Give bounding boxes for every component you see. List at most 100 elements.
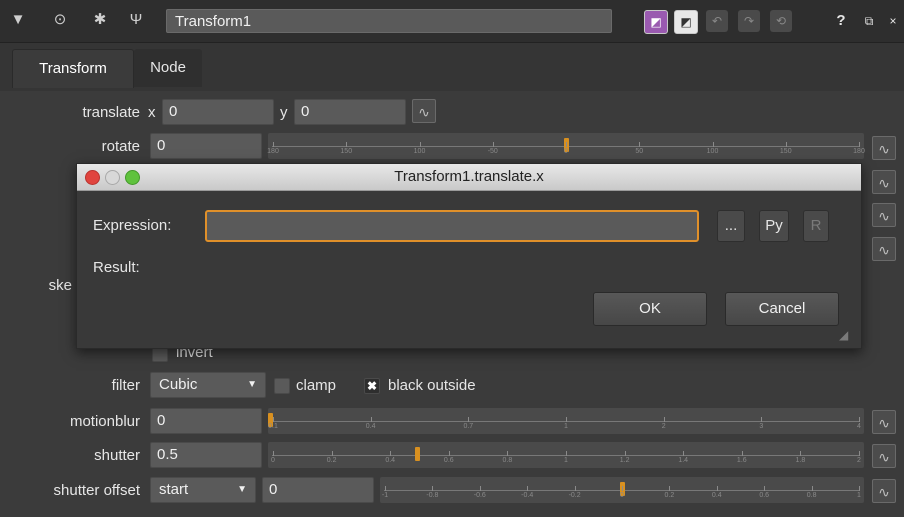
slider-tick-label: 100 <box>413 148 426 155</box>
slider-tick-label: 1.6 <box>736 457 747 464</box>
translate-label: translate <box>82 104 140 121</box>
shutter-offset-field[interactable]: 0 <box>262 477 374 503</box>
expression-input[interactable] <box>205 210 699 242</box>
slider-tick <box>859 142 860 147</box>
filter-label: filter <box>111 377 140 394</box>
slider-tick <box>492 142 494 147</box>
bug-icon[interactable]: ✱ <box>90 10 110 30</box>
slider-tick-label: -0.6 <box>473 492 486 499</box>
slider-tick <box>859 417 860 422</box>
slider-tick-label: 150 <box>779 148 792 155</box>
slider-tick <box>663 417 665 422</box>
shutter-animation-curve-icon[interactable]: ∿ <box>872 444 896 468</box>
slider-tick <box>800 451 802 456</box>
black-outside-checkbox[interactable]: ✖ <box>364 378 380 394</box>
slider-tick <box>622 486 623 491</box>
translate-x-label: x <box>148 104 156 121</box>
slider-tick-label: 0.2 <box>664 492 675 499</box>
shutter-offset-slider[interactable]: -1 -0.8 -0.6 -0.4 -0.2 0 0.2 0.4 0.6 0.8 1 <box>380 477 864 503</box>
purple-swatch-icon[interactable]: ◩ <box>644 10 668 34</box>
slider-tick-label: 1 <box>564 457 568 464</box>
shutter-offset-animation-curve-icon[interactable]: ∿ <box>872 479 896 503</box>
slider-tick-label: 3 <box>759 423 764 430</box>
slider-tick <box>507 451 509 456</box>
rotate-field[interactable]: 0 <box>150 133 262 159</box>
revert-icon[interactable]: ⟲ <box>770 10 792 32</box>
slider-tick-label: -0.4 <box>521 492 534 499</box>
slider-tick-label: 2 <box>661 423 666 430</box>
shutter-label: shutter <box>94 447 140 464</box>
node-name-field[interactable]: Transform1 <box>166 9 612 33</box>
float-icon[interactable]: ⧉ <box>858 10 880 32</box>
slider-tick-label: 150 <box>340 148 353 155</box>
help-icon[interactable]: ? <box>830 10 852 32</box>
skew-label: ske <box>48 277 72 294</box>
shutter-slider[interactable]: 0 0.2 0.4 0.6 0.8 1 1.2 1.4 1.6 1.8 2 <box>268 442 864 468</box>
slider-tick-label: 1 <box>564 423 568 430</box>
r-button[interactable]: R <box>803 210 829 242</box>
shutter-offset-dropdown[interactable]: start ▼ <box>150 477 256 503</box>
cancel-button[interactable]: Cancel <box>725 292 839 326</box>
close-icon[interactable]: × <box>884 10 902 32</box>
motionblur-label: motionblur <box>69 413 140 430</box>
slider-tick-label: 1.2 <box>619 457 630 464</box>
slider-tick-label: -1 <box>381 492 389 499</box>
motionblur-field[interactable]: 0 <box>150 408 262 434</box>
motionblur-animation-curve-icon[interactable]: ∿ <box>872 410 896 434</box>
slider-tick <box>432 486 434 491</box>
tab-transform[interactable]: Transform <box>12 49 134 88</box>
ok-button[interactable]: OK <box>593 292 707 326</box>
slider-tick-label: 0.8 <box>502 457 513 464</box>
skew-animation-curve-icon[interactable]: ∿ <box>872 237 896 261</box>
resize-grip-icon[interactable]: ◢ <box>839 328 855 344</box>
redo-icon[interactable]: ↷ <box>738 10 760 32</box>
ellipsis-button[interactable]: ... <box>717 210 745 242</box>
rotate-label: rotate <box>101 138 140 155</box>
result-label: Result: <box>93 259 140 276</box>
slider-tick <box>385 486 386 491</box>
translate-animation-curve-icon[interactable]: ∿ <box>412 99 436 123</box>
tool-icon[interactable]: Ψ <box>126 10 146 30</box>
clamp-checkbox[interactable] <box>274 378 290 394</box>
translate-x-field[interactable]: 0 <box>162 99 274 125</box>
scale-animation-curve-icon-2[interactable]: ∿ <box>872 203 896 227</box>
viewer-icon[interactable]: ⊙ <box>50 10 70 30</box>
expression-label: Expression: <box>93 217 172 234</box>
clamp-label: clamp <box>296 377 337 394</box>
tab-bar: Transform Node <box>0 43 904 91</box>
scale-animation-curve-icon[interactable]: ∿ <box>872 170 896 194</box>
slider-tick <box>574 486 576 491</box>
slider-tick-label: -0.8 <box>426 492 439 499</box>
panel-titlebar: ▼ ⊙ ✱ Ψ Transform1 ◩ ◩ ↶ ↷ ⟲ ? ⧉ × <box>0 0 904 43</box>
slider-tick <box>741 451 743 456</box>
dialog-titlebar: Transform1.translate.x <box>77 164 861 191</box>
triangle-down-icon[interactable]: ▼ <box>8 10 28 30</box>
slider-tick <box>859 451 860 456</box>
slider-tick-label: 1 <box>857 492 861 499</box>
slider-tick <box>479 486 481 491</box>
filter-value: Cubic <box>159 376 198 393</box>
slider-tick <box>273 417 274 422</box>
tab-node[interactable]: Node <box>134 49 202 87</box>
slider-tick <box>448 451 450 456</box>
slider-tick <box>419 142 421 147</box>
slider-tick <box>859 486 860 491</box>
shutter-slider-handle[interactable] <box>415 447 420 461</box>
slider-tick <box>761 417 763 422</box>
rotate-animation-curve-icon[interactable]: ∿ <box>872 136 896 160</box>
shutter-offset-label: shutter offset <box>53 482 140 499</box>
motionblur-slider[interactable]: 0.1 0.4 0.7 1 2 3 4 <box>268 408 864 434</box>
filter-dropdown[interactable]: Cubic ▼ <box>150 372 266 398</box>
slider-tick-label: 100 <box>706 148 719 155</box>
slider-tick-label: 180 <box>267 148 279 155</box>
slider-tick <box>712 142 714 147</box>
undo-icon[interactable]: ↶ <box>706 10 728 32</box>
slider-tick-label: 1.8 <box>795 457 806 464</box>
slider-tick <box>624 451 626 456</box>
translate-y-field[interactable]: 0 <box>294 99 406 125</box>
rotate-slider[interactable]: 180 150 100 -50 0 50 100 150 180 <box>267 133 865 159</box>
python-button[interactable]: Py <box>759 210 789 242</box>
shutter-field[interactable]: 0.5 <box>150 442 262 468</box>
white-swatch-icon[interactable]: ◩ <box>674 10 698 34</box>
slider-tick <box>273 451 274 456</box>
